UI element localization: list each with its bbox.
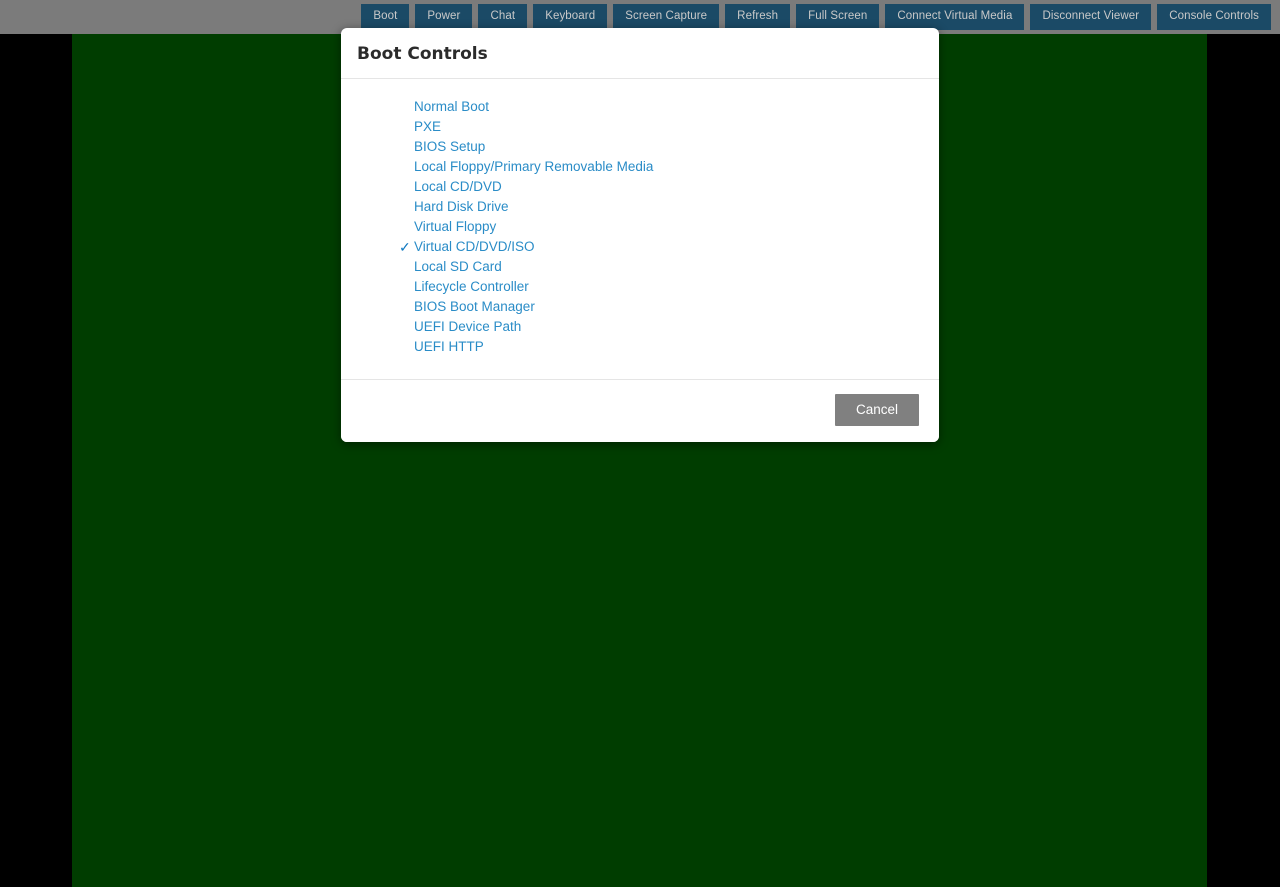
app-root: Boot Power Chat Keyboard Screen Capture Refre… <box>0 0 1280 887</box>
boot-option-virtual-floppy[interactable]: Virtual Floppy <box>341 217 939 237</box>
boot-option-label: Normal Boot <box>414 99 490 115</box>
boot-option-bios-boot-manager[interactable]: BIOS Boot Manager <box>341 297 939 317</box>
toolbar-button-keyboard[interactable]: Keyboard <box>533 4 608 30</box>
boot-option-label: Lifecycle Controller <box>414 279 529 295</box>
boot-controls-dialog: Boot Controls Normal Boot PXE BIOS Setup Lo… <box>341 28 939 442</box>
boot-option-lifecycle-controller[interactable]: Lifecycle Controller <box>341 277 939 297</box>
boot-option-local-floppy-primary-removable-media[interactable]: Local Floppy/Primary Removable Media <box>341 157 939 177</box>
boot-option-normal-boot[interactable]: Normal Boot <box>341 97 939 117</box>
boot-option-label: Local Floppy/Primary Removable Media <box>414 159 654 175</box>
boot-option-label: UEFI HTTP <box>414 339 484 355</box>
dialog-header: Boot Controls <box>341 28 939 80</box>
boot-option-local-cd-dvd[interactable]: Local CD/DVD <box>341 177 939 197</box>
boot-option-label: Virtual CD/DVD/ISO <box>414 239 535 255</box>
toolbar-button-connect-virtual-media[interactable]: Connect Virtual Media <box>885 4 1025 30</box>
dialog-footer: Cancel <box>341 379 939 442</box>
boot-option-pxe[interactable]: PXE <box>341 117 939 137</box>
boot-option-virtual-cd-dvd-iso[interactable]: ✓ Virtual CD/DVD/ISO <box>341 237 939 257</box>
toolbar-button-disconnect-viewer[interactable]: Disconnect Viewer <box>1030 4 1152 30</box>
boot-option-label: Local SD Card <box>414 259 502 275</box>
boot-option-uefi-http[interactable]: UEFI HTTP <box>341 337 939 357</box>
boot-option-label: BIOS Setup <box>414 139 486 155</box>
boot-option-list: Normal Boot PXE BIOS Setup Local Floppy/Pri… <box>341 97 939 357</box>
toolbar-button-chat[interactable]: Chat <box>478 4 528 30</box>
boot-option-bios-setup[interactable]: BIOS Setup <box>341 137 939 157</box>
boot-option-label: Virtual Floppy <box>414 219 497 235</box>
boot-option-label: Hard Disk Drive <box>414 199 509 215</box>
dialog-body: Normal Boot PXE BIOS Setup Local Floppy/Pri… <box>341 79 939 379</box>
boot-option-hard-disk-drive[interactable]: Hard Disk Drive <box>341 197 939 217</box>
boot-option-uefi-device-path[interactable]: UEFI Device Path <box>341 317 939 337</box>
boot-option-label: Local CD/DVD <box>414 179 502 195</box>
toolbar-button-refresh[interactable]: Refresh <box>725 4 791 30</box>
boot-option-label: PXE <box>414 119 442 135</box>
boot-option-label: BIOS Boot Manager <box>414 299 535 315</box>
page-title: Boot Controls <box>357 44 488 64</box>
boot-option-local-sd-card[interactable]: Local SD Card <box>341 257 939 277</box>
boot-option-label: UEFI Device Path <box>414 319 522 335</box>
toolbar-button-full-screen[interactable]: Full Screen <box>796 4 880 30</box>
toolbar-button-screen-capture[interactable]: Screen Capture <box>613 4 720 30</box>
cancel-button[interactable]: Cancel <box>834 394 919 426</box>
toolbar-button-console-controls[interactable]: Console Controls <box>1157 4 1271 30</box>
check-icon: ✓ <box>399 239 411 256</box>
toolbar-button-power[interactable]: Power <box>415 4 473 30</box>
toolbar-button-boot[interactable]: Boot <box>361 4 410 30</box>
